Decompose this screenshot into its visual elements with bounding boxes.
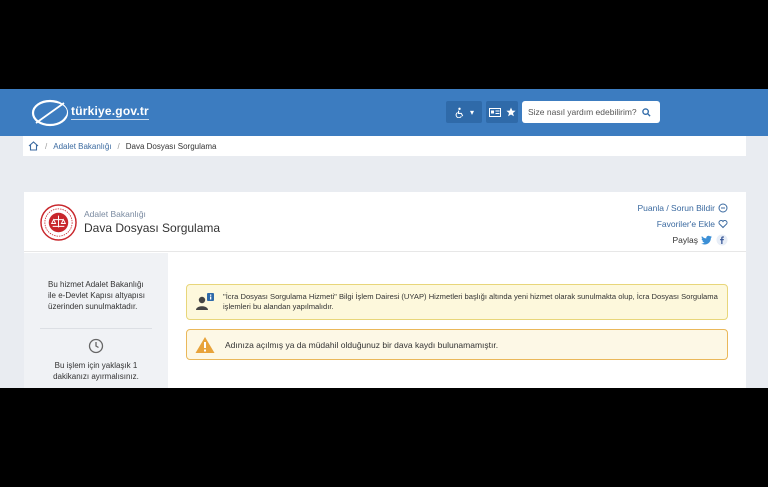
- user-info-icon: [196, 293, 214, 310]
- breadcrumb-current: Dava Dosyası Sorgulama: [125, 141, 217, 151]
- facebook-icon: [716, 234, 728, 246]
- provider-info: Bu hizmet Adalet Bakanlığı ile e-Devlet …: [48, 280, 145, 311]
- estimated-time: Bu işlem için yaklaşık 1 dakikanızı ayır…: [53, 361, 139, 381]
- service-title: Dava Dosyası Sorgulama: [84, 221, 221, 235]
- chevron-down-icon: ▾: [469, 107, 474, 117]
- breadcrumb-link-adalet-bakanligi[interactable]: Adalet Bakanlığı: [53, 142, 111, 151]
- top-bar: türkiye.gov.tr ▾: [0, 89, 768, 136]
- breadcrumb-separator: /: [117, 141, 120, 151]
- feedback-icon: [718, 203, 728, 213]
- ministry-seal-icon: [40, 204, 77, 241]
- share-label: Paylaş: [672, 235, 698, 245]
- rate-link-label: Puanla / Sorun Bildir: [637, 203, 716, 213]
- sidebar-divider: [40, 328, 152, 329]
- service-header: Adalet Bakanlığı Dava Dosyası Sorgulama …: [24, 192, 746, 252]
- home-icon[interactable]: [28, 141, 39, 151]
- twitter-icon: [701, 235, 712, 245]
- share-row: Paylaş: [638, 232, 728, 248]
- rate-link[interactable]: Puanla / Sorun Bildir: [638, 200, 729, 216]
- warning-icon: [195, 336, 215, 353]
- favorite-link-label: Favoriler'e Ekle: [656, 219, 715, 229]
- favorite-link[interactable]: Favoriler'e Ekle: [638, 216, 729, 232]
- logo-text: türkiye.gov.tr: [71, 104, 149, 118]
- star-icon: [505, 107, 516, 117]
- crescent-logo-icon: [31, 99, 69, 127]
- search-input[interactable]: [528, 107, 640, 117]
- service-sidebar: Bu hizmet Adalet Bakanlığı ile e-Devlet …: [24, 253, 168, 388]
- clock-icon: [88, 338, 104, 354]
- accessibility-button[interactable]: ▾: [446, 101, 482, 123]
- search-icon[interactable]: [642, 107, 651, 117]
- warning-alert-text: Adınıza açılmış ya da müdahil olduğunuz …: [225, 339, 499, 350]
- user-favorites-button[interactable]: [486, 101, 518, 123]
- info-alert-text: "İcra Dosyası Sorgulama Hizmeti" Bilgi İ…: [223, 292, 718, 311]
- service-actions: Puanla / Sorun Bildir Favoriler'e Ekle P…: [638, 200, 729, 248]
- facebook-share-button[interactable]: [716, 234, 728, 246]
- breadcrumb: / Adalet Bakanlığı / Dava Dosyası Sorgul…: [23, 136, 746, 156]
- info-alert: "İcra Dosyası Sorgulama Hizmeti" Bilgi İ…: [186, 284, 728, 320]
- id-card-icon: [488, 107, 501, 117]
- logo-underline: [71, 119, 149, 120]
- institution-name: Adalet Bakanlığı: [84, 209, 146, 219]
- screen: türkiye.gov.tr ▾ Size nasıl yardım edebi…: [0, 89, 768, 388]
- breadcrumb-separator: /: [45, 141, 48, 151]
- search-box: [522, 101, 660, 123]
- warning-alert: Adınıza açılmış ya da müdahil olduğunuz …: [186, 329, 728, 360]
- service-card: Adalet Bakanlığı Dava Dosyası Sorgulama …: [24, 192, 746, 388]
- twitter-share-button[interactable]: [701, 234, 713, 246]
- turkiye-gov-logo[interactable]: türkiye.gov.tr: [30, 97, 170, 129]
- heart-icon: [718, 219, 728, 229]
- accessibility-icon: [455, 107, 464, 118]
